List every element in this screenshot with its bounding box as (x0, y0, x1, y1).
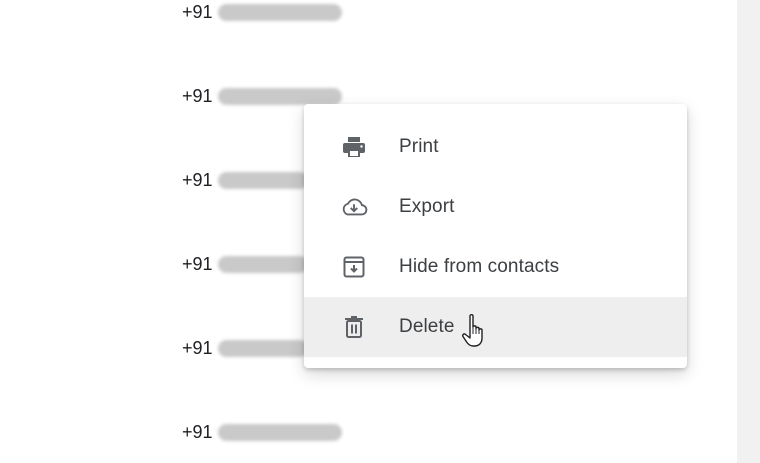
scrollbar-track[interactable] (737, 0, 760, 463)
phone-number: +91 (182, 170, 213, 190)
contact-phone-row[interactable]: +91 (182, 420, 352, 444)
menu-item-print[interactable]: Print (304, 117, 687, 177)
trash-icon (340, 315, 368, 339)
cloud-download-icon (340, 195, 368, 219)
phone-number: +91 (182, 254, 213, 274)
menu-item-label: Delete (399, 316, 455, 337)
phone-number: +91 (182, 422, 213, 442)
menu-item-hide-from-contacts[interactable]: Hide from contacts (304, 237, 687, 297)
menu-item-delete[interactable]: Delete (304, 297, 687, 357)
printer-icon (340, 135, 368, 159)
context-menu: Print Export Hide from contacts Delete (304, 104, 687, 368)
phone-number: +91 (182, 86, 213, 106)
menu-item-export[interactable]: Export (304, 177, 687, 237)
menu-item-label: Print (399, 136, 439, 157)
menu-item-label: Export (399, 196, 455, 217)
menu-item-label: Hide from contacts (399, 256, 560, 277)
redaction-blur (218, 340, 308, 357)
redaction-blur (218, 256, 308, 273)
redaction-blur (218, 424, 342, 441)
phone-number: +91 (182, 2, 213, 22)
redaction-blur (218, 88, 342, 105)
redaction-blur (218, 4, 342, 21)
redaction-blur (218, 172, 308, 189)
archive-icon (340, 255, 368, 279)
phone-number: +91 (182, 338, 213, 358)
contact-phone-row[interactable]: +91 (182, 0, 352, 24)
